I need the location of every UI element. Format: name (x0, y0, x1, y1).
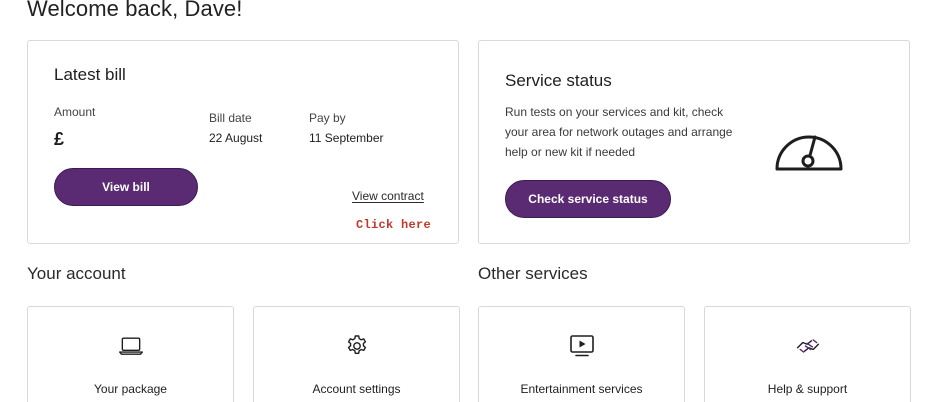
service-status-card: Service status Run tests on your service… (478, 40, 910, 244)
account-settings-label: Account settings (312, 382, 401, 396)
bill-date-label: Bill date (209, 111, 252, 125)
latest-bill-title: Latest bill (54, 65, 126, 84)
page-title: Welcome back, Dave! (27, 0, 243, 21)
view-contract-link[interactable]: View contract (352, 189, 424, 203)
laptop-icon (118, 333, 144, 359)
amount-label: Amount (54, 105, 96, 119)
play-screen-icon (569, 333, 595, 359)
bill-date-value: 22 August (209, 131, 263, 145)
your-package-tile[interactable]: Your package (27, 306, 234, 402)
other-services-heading: Other services (478, 264, 588, 283)
service-status-description: Run tests on your services and kit, chec… (505, 105, 733, 159)
handshake-icon (795, 333, 821, 359)
pay-by-value: 11 September (309, 131, 384, 145)
help-support-label: Help & support (767, 382, 848, 396)
help-support-tile[interactable]: Help & support (704, 306, 911, 402)
view-bill-button[interactable]: View bill (54, 168, 198, 206)
pay-by-label: Pay by (309, 111, 346, 125)
amount-value: £ (54, 129, 65, 149)
entertainment-services-tile[interactable]: Entertainment services (478, 306, 685, 402)
service-status-title: Service status (505, 71, 612, 90)
your-package-label: Your package (94, 382, 167, 396)
check-service-status-button[interactable]: Check service status (505, 180, 671, 218)
entertainment-services-label: Entertainment services (520, 382, 643, 396)
gauge-icon (775, 135, 843, 171)
latest-bill-card: Latest bill Amount £ Bill date 22 August… (27, 40, 459, 244)
account-settings-tile[interactable]: Account settings (253, 306, 460, 402)
your-account-heading: Your account (27, 264, 126, 283)
click-here-annotation: Click here (356, 218, 432, 232)
gear-icon (344, 333, 370, 359)
